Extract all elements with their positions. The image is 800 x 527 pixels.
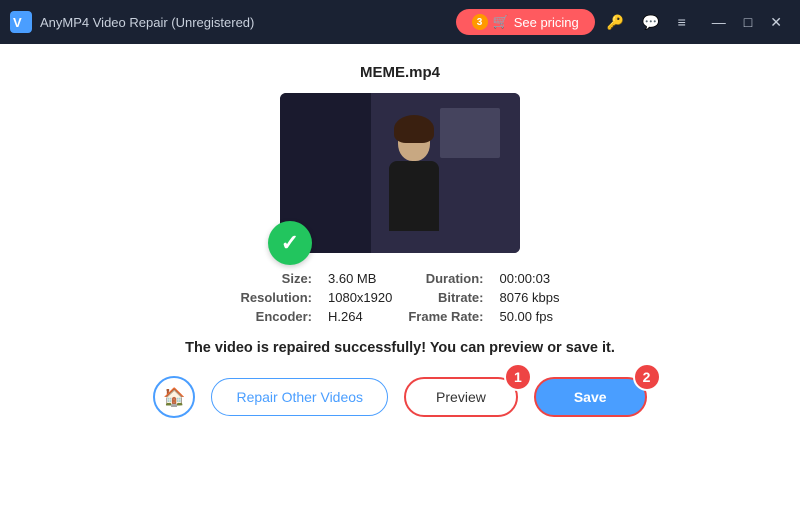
success-message: The video is repaired successfully! You …	[185, 340, 615, 356]
close-button[interactable]: ✕	[762, 10, 790, 35]
home-button[interactable]: 🏠	[153, 376, 195, 418]
see-pricing-button[interactable]: 3 🛒 See pricing	[456, 9, 595, 35]
resolution-label: Resolution:	[241, 290, 313, 305]
size-value: 3.60 MB	[328, 271, 392, 286]
background-element	[440, 108, 500, 158]
resolution-value: 1080x1920	[328, 290, 392, 305]
success-text: The video is repaired successfully! You …	[185, 340, 615, 356]
menu-icon-button[interactable]: ≡	[672, 10, 692, 34]
repair-other-videos-button[interactable]: Repair Other Videos	[211, 378, 388, 416]
key-icon-button[interactable]: 🔑	[601, 10, 630, 35]
title-bar-actions: 3 🛒 See pricing 🔑 💬 ≡ — □ ✕	[456, 9, 790, 35]
video-filename: MEME.mp4	[360, 64, 440, 81]
save-button[interactable]: Save	[534, 377, 647, 417]
encoder-label: Encoder:	[241, 309, 313, 324]
person-hair	[394, 115, 434, 143]
maximize-button[interactable]: □	[736, 10, 760, 35]
size-label: Size:	[241, 271, 313, 286]
video-preview-container: ✓	[280, 93, 520, 253]
check-circle-icon: ✓	[268, 221, 312, 265]
framerate-label: Frame Rate:	[408, 309, 483, 324]
bitrate-label: Bitrate:	[408, 290, 483, 305]
pricing-badge: 3	[472, 14, 488, 30]
person-head	[398, 123, 430, 161]
app-logo: V	[10, 11, 32, 33]
duration-label: Duration:	[408, 271, 483, 286]
window-controls: — □ ✕	[704, 10, 790, 35]
svg-text:V: V	[13, 15, 22, 30]
video-preview-frame	[280, 93, 520, 253]
person-body	[389, 161, 439, 231]
chat-icon-button[interactable]: 💬	[636, 10, 665, 35]
preview-badge-number: 1	[504, 363, 532, 391]
app-title: AnyMP4 Video Repair (Unregistered)	[40, 15, 456, 30]
person-silhouette	[379, 123, 449, 253]
title-bar: V AnyMP4 Video Repair (Unregistered) 3 🛒…	[0, 0, 800, 44]
info-grid: Size: 3.60 MB Duration: 00:00:03 Resolut…	[241, 271, 560, 324]
bitrate-value: 8076 kbps	[499, 290, 559, 305]
cart-icon: 🛒	[493, 14, 509, 30]
duration-value: 00:00:03	[499, 271, 559, 286]
save-button-wrapper: Save 2	[534, 377, 647, 417]
home-icon: 🏠	[163, 387, 185, 408]
main-content: MEME.mp4 ✓ Size: 3.60 MB Duration:	[0, 44, 800, 527]
video-content	[280, 93, 520, 253]
bottom-actions: 🏠 Repair Other Videos Preview 1 Save 2	[153, 376, 646, 418]
minimize-button[interactable]: —	[704, 10, 734, 35]
framerate-value: 50.00 fps	[499, 309, 559, 324]
encoder-value: H.264	[328, 309, 392, 324]
preview-button[interactable]: Preview	[404, 377, 518, 417]
see-pricing-label: See pricing	[514, 15, 579, 30]
preview-button-wrapper: Preview 1	[404, 377, 518, 417]
save-badge-number: 2	[633, 363, 661, 391]
